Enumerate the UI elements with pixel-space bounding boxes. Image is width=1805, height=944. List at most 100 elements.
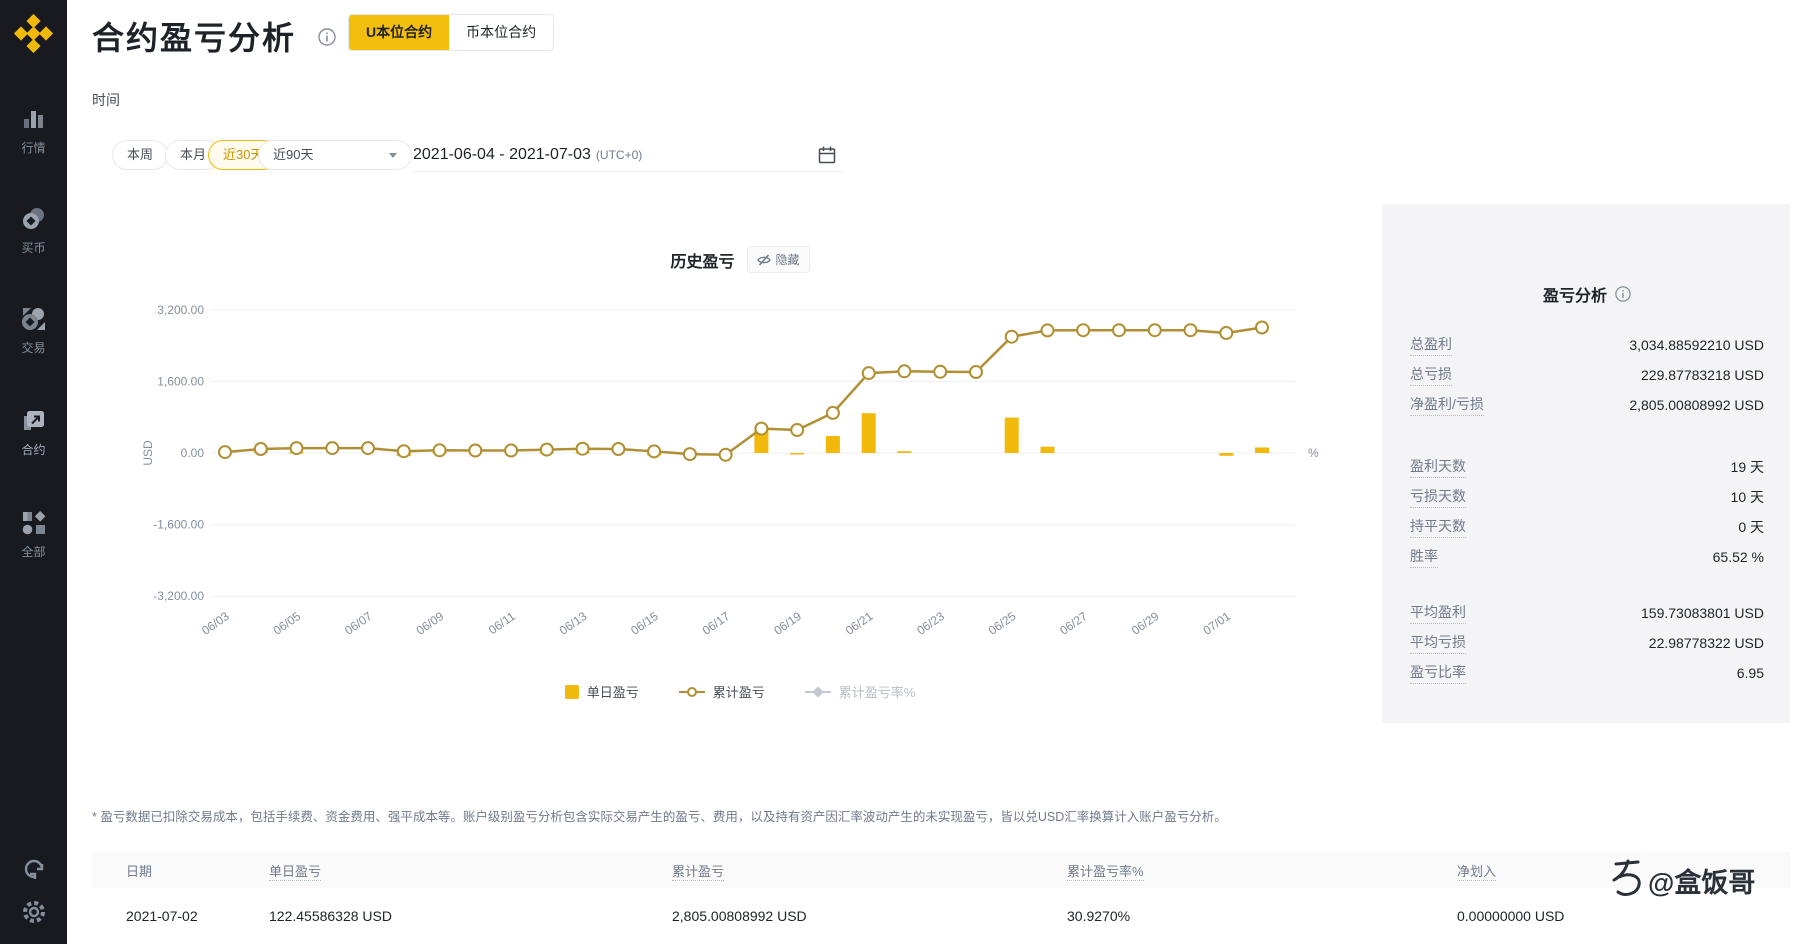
column-header-cumulative-pnl-rate[interactable]: 累计盈亏率%: [1067, 861, 1457, 881]
stat-row: 总亏损 229.87783218 USD: [1410, 360, 1764, 390]
svg-text:06/19: 06/19: [771, 609, 804, 638]
diamond-swatch-icon: [804, 685, 831, 698]
watermark: @盒饭哥: [1608, 858, 1755, 902]
stat-label[interactable]: 平均亏损: [1410, 632, 1466, 654]
all-apps-icon: [22, 510, 46, 535]
range-90d-dropdown[interactable]: 近90天: [258, 140, 412, 170]
panel-group-averages: 平均盈利 159.73083801 USD 平均亏损 22.98778322 U…: [1410, 598, 1764, 688]
svg-text:06/17: 06/17: [700, 609, 733, 638]
line-swatch-icon: [678, 686, 705, 697]
stat-value: 19 天: [1730, 459, 1764, 475]
settings-button[interactable]: [0, 898, 67, 926]
cell-cumulative-pnl: 2,805.00808992 USD: [672, 908, 807, 924]
legend-daily-pnl[interactable]: 单日盈亏: [564, 682, 639, 701]
pnl-table-header: 日期 单日盈亏 累计盈亏 累计盈亏率% 净划入: [92, 852, 1790, 888]
sidebar: 行情 买币 交易 合约 全部: [0, 0, 67, 944]
cell-cumulative-pnl-rate: 30.9270%: [1067, 908, 1131, 924]
svg-text:-1,600.00: -1,600.00: [153, 518, 204, 532]
cell-net-transfer: 0.00000000 USD: [1457, 908, 1565, 924]
time-section-label: 时间: [92, 92, 120, 108]
stat-value: 0 天: [1738, 519, 1764, 535]
stat-value: 6.95: [1736, 665, 1764, 681]
svg-text:1,600.00: 1,600.00: [157, 374, 204, 388]
chevron-down-icon: [389, 152, 397, 158]
sidebar-item-label: 行情: [21, 141, 46, 155]
pnl-analysis-panel: 盈亏分析 总盈利 3,034.88592210 USD 总亏损 229.8778…: [1382, 204, 1790, 723]
sidebar-item-label: 合约: [21, 443, 46, 457]
stat-row: 平均盈利 159.73083801 USD: [1410, 598, 1764, 628]
stat-label[interactable]: 盈亏比率: [1410, 662, 1466, 684]
futures-icon: [23, 411, 44, 430]
stat-row: 盈利天数 19 天: [1410, 452, 1764, 482]
eye-slash-icon: [756, 253, 771, 266]
svg-text:06/11: 06/11: [486, 609, 518, 637]
stat-label[interactable]: 净盈利/亏损: [1410, 394, 1484, 416]
info-icon[interactable]: [318, 28, 336, 46]
panel-group-days: 盈利天数 19 天 亏损天数 10 天 持平天数 0 天 胜率 65.52 %: [1410, 452, 1764, 572]
date-range-value: 2021-06-04 - 2021-07-03: [413, 145, 591, 163]
sidebar-item-buy-crypto[interactable]: 买币: [0, 206, 67, 256]
watermark-text: @盒饭哥: [1648, 867, 1756, 898]
sidebar-item-futures[interactable]: 合约: [0, 408, 67, 458]
tab-usdt-margined[interactable]: U本位合约: [349, 15, 450, 50]
stat-label[interactable]: 亏损天数: [1410, 486, 1466, 508]
info-icon[interactable]: [1615, 286, 1631, 302]
history-pnl-card: 历史盈亏 隐藏 3,200.00 1,600.00 0.00 -1,600.00 -3,…: [92, 200, 1388, 770]
legend-cumulative-pnl-rate[interactable]: 累计盈亏率%: [804, 682, 915, 701]
refresh-button[interactable]: [0, 856, 67, 882]
settings-gear-icon: [22, 901, 45, 923]
legend-cumulative-pnl[interactable]: 累计盈亏: [678, 682, 765, 701]
svg-text:06/07: 06/07: [342, 609, 375, 638]
svg-text:06/23: 06/23: [914, 609, 947, 638]
stat-value: 2,805.00808992 USD: [1629, 397, 1764, 413]
stat-value: 22.98778322 USD: [1648, 635, 1764, 651]
chart-title: 历史盈亏: [670, 253, 735, 271]
svg-text:06/03: 06/03: [199, 609, 232, 638]
stat-value: 65.52 %: [1712, 549, 1764, 565]
svg-text:06/15: 06/15: [628, 609, 661, 638]
binance-logo[interactable]: [11, 14, 56, 59]
buy-coins-icon: [22, 208, 44, 229]
stat-label[interactable]: 平均盈利: [1410, 602, 1466, 624]
stat-label[interactable]: 盈利天数: [1410, 456, 1466, 478]
sidebar-item-label: 全部: [21, 545, 46, 559]
column-header-daily-pnl[interactable]: 单日盈亏: [269, 861, 672, 881]
svg-text:07/01: 07/01: [1200, 609, 1233, 638]
hide-chart-button[interactable]: 隐藏: [746, 246, 810, 273]
stat-label[interactable]: 胜率: [1410, 546, 1438, 568]
svg-text:06/29: 06/29: [1129, 609, 1162, 638]
column-header-date: 日期: [126, 863, 153, 879]
svg-text:06/25: 06/25: [986, 609, 1019, 638]
sidebar-item-label: 买币: [21, 241, 46, 255]
stat-value: 3,034.88592210 USD: [1629, 337, 1764, 353]
stat-row: 净盈利/亏损 2,805.00808992 USD: [1410, 390, 1764, 420]
stat-label[interactable]: 持平天数: [1410, 516, 1466, 538]
tab-coin-margined[interactable]: 币本位合约: [449, 15, 554, 50]
chart-legend: 单日盈亏 累计盈亏 累计盈亏率%: [92, 682, 1388, 701]
stat-row: 持平天数 0 天: [1410, 512, 1764, 542]
stat-label[interactable]: 总盈利: [1410, 334, 1452, 356]
stat-label[interactable]: 总亏损: [1410, 364, 1452, 386]
trade-icon: [21, 308, 45, 330]
svg-text:3,200.00: 3,200.00: [157, 303, 204, 317]
svg-text:-3,200.00: -3,200.00: [153, 589, 204, 603]
svg-text:06/09: 06/09: [414, 609, 447, 638]
cell-date: 2021-07-02: [126, 908, 198, 924]
column-header-cumulative-pnl[interactable]: 累计盈亏: [672, 861, 1067, 881]
date-range-input[interactable]: 2021-06-04 - 2021-07-03 (UTC+0): [413, 138, 843, 172]
stat-value: 159.73083801 USD: [1641, 605, 1764, 621]
sidebar-item-markets[interactable]: 行情: [0, 106, 67, 156]
svg-text:0.00: 0.00: [181, 446, 205, 460]
range-this-week-button[interactable]: 本周: [112, 140, 169, 170]
stat-row: 平均亏损 22.98778322 USD: [1410, 628, 1764, 658]
calendar-icon[interactable]: [817, 145, 837, 165]
svg-text:%: %: [1308, 446, 1319, 460]
bar-swatch-icon: [564, 684, 579, 699]
stat-row: 亏损天数 10 天: [1410, 482, 1764, 512]
sidebar-item-trade[interactable]: 交易: [0, 306, 67, 356]
market-bars-icon: [23, 111, 43, 128]
sidebar-item-all[interactable]: 全部: [0, 510, 67, 560]
refresh-icon: [24, 859, 43, 879]
panel-title: 盈亏分析: [1542, 288, 1607, 305]
svg-text:06/21: 06/21: [843, 609, 876, 638]
